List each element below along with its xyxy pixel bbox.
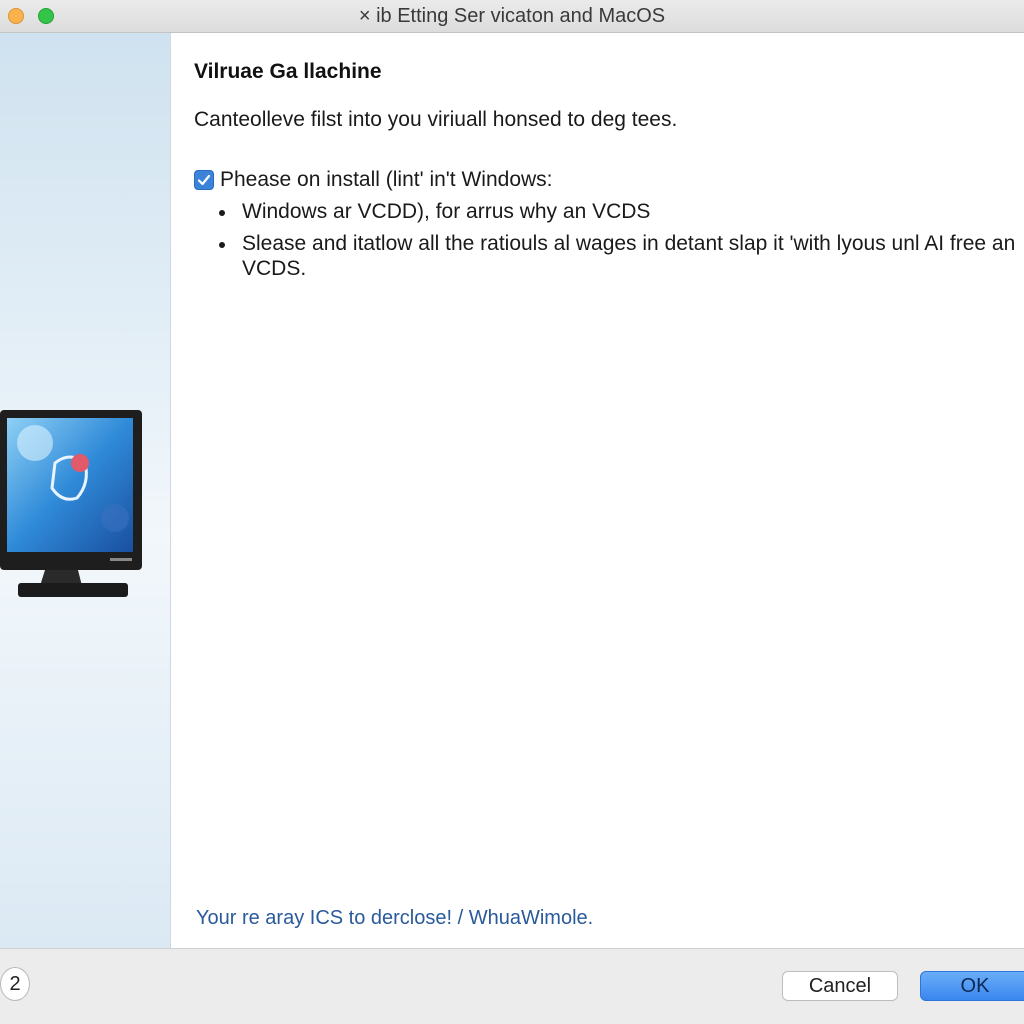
list-item: Slease and itatlow all the ratiouls al w… (219, 231, 1019, 281)
monitor-icon (0, 410, 142, 597)
button-bar: 2 Cancel OK (0, 948, 1024, 1024)
installer-window: × ib Etting Ser vicaton and MacOS Vilrua… (0, 0, 1024, 1024)
bullet-icon (219, 242, 225, 248)
footer-link[interactable]: Your re aray ICS to derclose! / WhuaWimo… (196, 907, 593, 930)
bullet-list: Windows ar VCDD), for arrus why an VCDS … (219, 199, 1019, 288)
window-title: × ib Etting Ser vicaton and MacOS (358, 5, 666, 27)
checkmark-icon (197, 174, 211, 186)
install-checkbox[interactable] (194, 170, 214, 190)
install-option-row[interactable]: Phease on install (lint' in't Windows: (194, 168, 553, 192)
intro-text: Canteolleve filst into you viriuall hons… (194, 108, 678, 131)
install-checkbox-label: Phease on install (lint' in't Windows: (220, 168, 553, 191)
cancel-button[interactable]: Cancel (782, 971, 898, 1001)
main-content: Vilruae Ga llachine Canteolleve filst in… (171, 33, 1024, 948)
bullet-text: Windows ar VCDD), for arrus why an VCDS (242, 200, 651, 223)
page-title: Vilruae Ga llachine (194, 60, 382, 83)
ok-button[interactable]: OK (920, 971, 1024, 1001)
bullet-icon (219, 210, 225, 216)
list-item: Windows ar VCDD), for arrus why an VCDS (219, 199, 1019, 224)
help-button[interactable]: 2 (0, 967, 30, 1001)
title-bar: × ib Etting Ser vicaton and MacOS (0, 0, 1024, 33)
sidebar (0, 33, 171, 948)
bullet-text: Slease and itatlow all the ratiouls al w… (242, 232, 1016, 280)
